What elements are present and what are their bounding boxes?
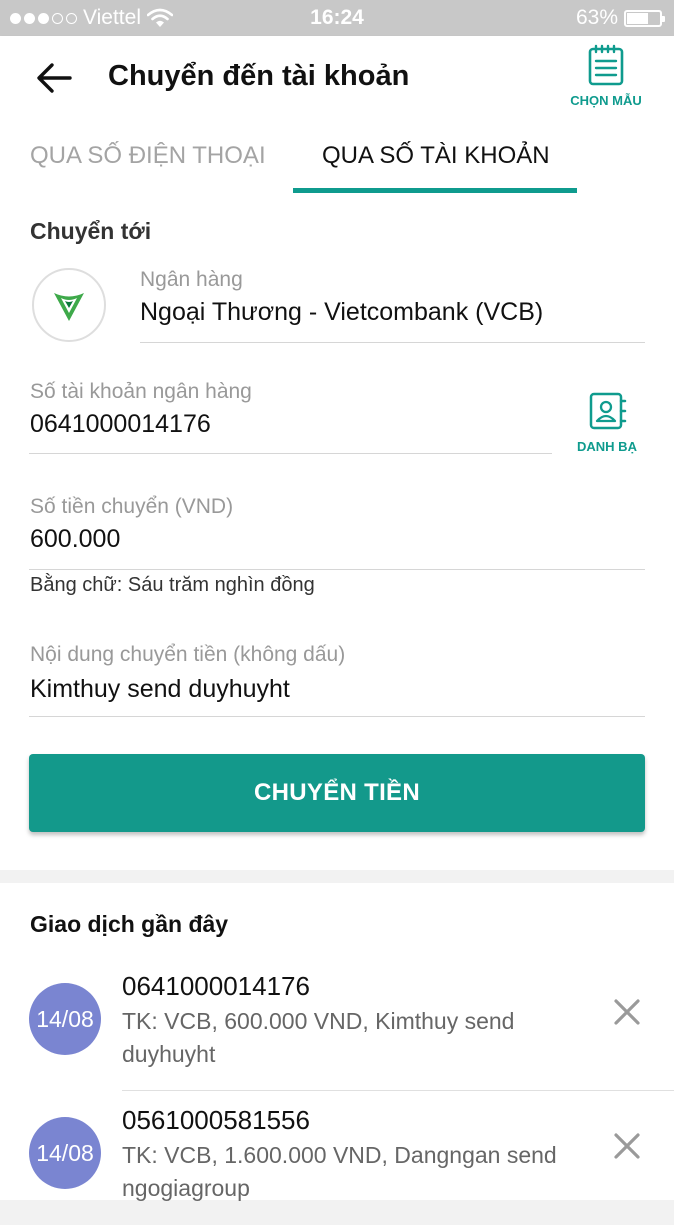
recent-transaction-item[interactable]: 14/08 0641000014176 TK: VCB, 600.000 VND… bbox=[0, 957, 674, 1091]
bank-label: Ngân hàng bbox=[140, 268, 243, 291]
app-header: Chuyển đến tài khoản CHỌN MẪU QUA SỐ ĐIỆ… bbox=[0, 36, 674, 194]
section-label-transfer-to: Chuyển tới bbox=[30, 218, 152, 244]
battery-percentage: 63% bbox=[575, 6, 618, 29]
arrow-left-icon[interactable] bbox=[34, 60, 74, 96]
vietcombank-logo bbox=[32, 268, 106, 342]
choose-template-label: CHỌN MẪU bbox=[570, 93, 642, 108]
bank-underline bbox=[140, 342, 645, 343]
status-right: 63% bbox=[575, 6, 665, 30]
recent-transaction-item[interactable]: 14/08 0561000581556 TK: VCB, 1.600.000 V… bbox=[0, 1091, 674, 1225]
recent-transactions: Giao dịch gần đây 14/08 0641000014176 TK… bbox=[0, 883, 674, 1201]
page-title: Chuyển đến tài khoản bbox=[108, 60, 410, 92]
address-book-icon bbox=[589, 392, 627, 430]
account-number-underline bbox=[29, 453, 552, 454]
transaction-description: TK: VCB, 1.600.000 VND, Dangngan send ng… bbox=[122, 1142, 557, 1201]
transaction-description: TK: VCB, 600.000 VND, Kimthuy send duyhu… bbox=[122, 1008, 515, 1067]
choose-template-button[interactable]: CHỌN MẪU bbox=[566, 44, 646, 108]
active-tab-indicator bbox=[293, 188, 577, 193]
close-x-icon[interactable] bbox=[610, 995, 644, 1029]
status-bar: Viettel 16:24 63% bbox=[0, 0, 674, 36]
tab-account-number[interactable]: QUA SỐ TÀI KHOẢN bbox=[322, 142, 550, 170]
amount-underline bbox=[29, 569, 645, 570]
contacts-label: DANH BẠ bbox=[577, 439, 637, 454]
transfer-form: Chuyển tới Ngân hàng Ngoại Thương - Viet… bbox=[0, 194, 674, 870]
recent-transactions-title: Giao dịch gần đây bbox=[30, 911, 229, 937]
amount-value: 600.000 bbox=[30, 525, 121, 553]
amount-label: Số tiền chuyển (VND) bbox=[30, 495, 234, 518]
transaction-date-badge: 14/08 bbox=[29, 1117, 101, 1189]
transfer-content-underline bbox=[29, 716, 645, 717]
transfer-submit-button[interactable]: CHUYỂN TIỀN bbox=[29, 754, 645, 832]
status-time: 16:24 bbox=[310, 6, 364, 29]
bank-value: Ngoại Thương - Vietcombank (VCB) bbox=[140, 298, 544, 326]
account-number-value: 0641000014176 bbox=[30, 410, 211, 438]
transfer-content-label: Nội dung chuyển tiền (không dấu) bbox=[30, 643, 346, 666]
account-number-label: Số tài khoản ngân hàng bbox=[30, 380, 252, 403]
amount-in-words: Bằng chữ: Sáu trăm nghìn đồng bbox=[30, 574, 315, 596]
transfer-content-value: Kimthuy send duyhuyht bbox=[30, 675, 290, 703]
contacts-button[interactable]: DANH BẠ bbox=[570, 392, 644, 454]
tab-phone-number[interactable]: QUA SỐ ĐIỆN THOẠI bbox=[30, 142, 266, 170]
transaction-account: 0641000014176 bbox=[122, 971, 310, 1001]
transaction-date-badge: 14/08 bbox=[29, 983, 101, 1055]
battery-icon bbox=[624, 9, 665, 27]
battery-fill bbox=[627, 12, 649, 24]
tab-bar: QUA SỐ ĐIỆN THOẠI QUA SỐ TÀI KHOẢN bbox=[0, 134, 674, 194]
transaction-account: 0561000581556 bbox=[122, 1105, 310, 1135]
notepad-icon bbox=[588, 44, 624, 86]
close-x-icon[interactable] bbox=[610, 1129, 644, 1163]
